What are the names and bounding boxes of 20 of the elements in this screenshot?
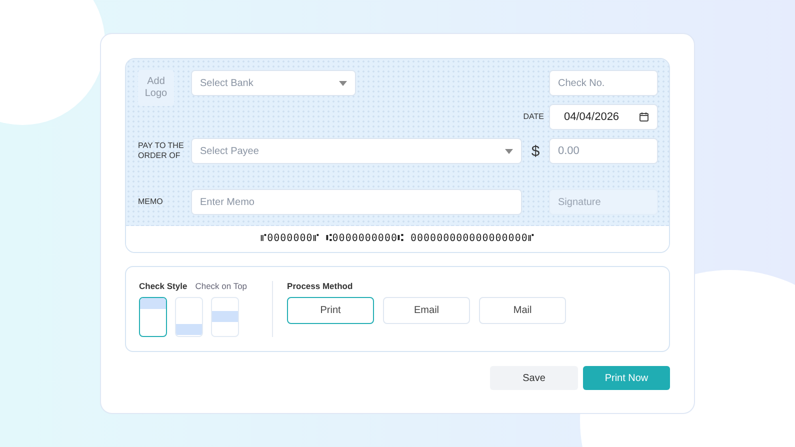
check-position-label: Check on Top: [195, 281, 248, 291]
process-method-option[interactable]: Print: [287, 297, 374, 324]
check-style-label: Check Style: [139, 281, 188, 291]
signature-field[interactable]: Signature: [549, 189, 658, 215]
memo-label: MEMO: [138, 196, 163, 208]
process-method-option[interactable]: Email: [383, 297, 470, 324]
memo-field[interactable]: Enter Memo: [191, 189, 522, 215]
payee-label: PAY TO THE ORDER OF: [138, 140, 185, 162]
save-button[interactable]: Save: [490, 366, 578, 390]
caret-icon: [505, 148, 513, 154]
amount-field[interactable]: 0.00: [549, 138, 658, 164]
date-field[interactable]: 04/04/2026: [549, 104, 658, 130]
process-method-option[interactable]: Mail: [479, 297, 566, 324]
calendar-icon: [639, 112, 649, 122]
process-method-label: Process Method: [287, 281, 354, 291]
date-label: DATE: [523, 112, 545, 122]
caret-icon: [339, 80, 347, 86]
check-number-field[interactable]: Check No.: [549, 70, 658, 96]
check-style-option[interactable]: [139, 297, 167, 337]
currency-symbol: $: [531, 142, 540, 160]
